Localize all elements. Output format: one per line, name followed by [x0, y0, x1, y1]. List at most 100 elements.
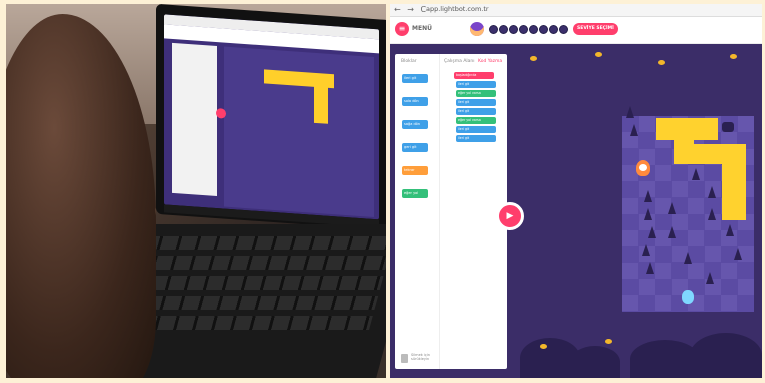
board-cell	[622, 148, 638, 165]
level-step-dot[interactable]	[509, 25, 518, 34]
palette-block[interactable]: ileri git	[402, 74, 428, 83]
workspace-block[interactable]: ileri git	[456, 81, 496, 88]
avatar[interactable]	[470, 22, 484, 36]
palette-block[interactable]: geri git	[402, 143, 428, 152]
level-step-dot[interactable]	[549, 25, 558, 34]
tree-icon	[726, 224, 734, 236]
board-cell	[655, 148, 671, 165]
workspace-block[interactable]: başladığında	[454, 72, 494, 79]
laptop-block-palette	[172, 42, 217, 197]
palette-block[interactable]: eğer yol varsa	[402, 189, 428, 204]
tree-icon	[684, 252, 692, 264]
tab-workspace[interactable]: Çalışma Alanı	[444, 59, 475, 64]
board-cell	[688, 213, 704, 230]
board-cell	[622, 230, 638, 247]
path-top	[656, 118, 718, 140]
board-cell	[622, 279, 638, 295]
game-board	[622, 116, 754, 312]
workspace-block[interactable]: eğer yol varsa	[456, 90, 496, 97]
bush-decoration	[605, 339, 612, 344]
tree-icon	[692, 168, 700, 180]
level-step-dot[interactable]	[499, 25, 508, 34]
path-mid	[694, 144, 722, 164]
board-cell	[671, 164, 688, 181]
path-right	[722, 144, 746, 220]
app-header: ≡ MENÜ SEVİYE SEÇİMİ	[390, 17, 762, 44]
game-screenshot: ← → C app.lightbot.com.tr ≡ MENÜ SEVİYE …	[390, 4, 762, 378]
laptop-path-vertical	[314, 82, 328, 124]
key-row	[140, 236, 386, 250]
bush-decoration	[658, 60, 665, 65]
tree-icon	[706, 272, 714, 284]
board-cell	[671, 262, 688, 279]
board-cell	[622, 246, 638, 263]
browser-nav-icons[interactable]: ← → C	[394, 5, 428, 14]
workspace-block[interactable]: ileri git	[456, 135, 496, 142]
palette-block[interactable]: sağa dön	[402, 120, 428, 129]
board-cell	[655, 246, 671, 263]
palette-block[interactable]: sola dön	[402, 97, 428, 106]
trash-icon[interactable]	[401, 354, 408, 363]
level-step-dot[interactable]	[539, 25, 548, 34]
board-cell	[688, 197, 704, 214]
laptop-game-board	[224, 46, 374, 218]
workspace-block[interactable]: eğer yol varsa	[456, 117, 496, 124]
workspace-block[interactable]: ileri git	[456, 99, 496, 106]
board-cell	[622, 197, 638, 214]
board-cell	[622, 181, 638, 198]
level-step-dot[interactable]	[489, 25, 498, 34]
hill-decoration	[690, 333, 762, 378]
board-cell	[688, 181, 704, 198]
block-palette: Bloklar ileri git sola dön sağa dön geri gi…	[395, 54, 440, 369]
level-step-dot[interactable]	[559, 25, 568, 34]
key-row	[124, 296, 379, 310]
tree-icon	[708, 208, 716, 220]
board-cell	[655, 295, 671, 312]
board-cell	[671, 181, 688, 198]
path-drop	[674, 140, 694, 164]
menu-label[interactable]: MENÜ	[412, 25, 432, 32]
bush-decoration	[540, 344, 547, 349]
board-cell	[704, 230, 721, 247]
tree-icon	[644, 190, 652, 202]
board-cell	[704, 246, 721, 263]
bush-decoration	[530, 56, 537, 61]
level-progress	[489, 24, 568, 34]
tree-icon	[630, 124, 638, 136]
game-workspace: Bloklar ileri git sola dön sağa dön geri gi…	[390, 44, 762, 378]
board-cell	[638, 116, 655, 132]
workspace-block[interactable]: ileri git	[456, 108, 496, 115]
board-cell	[721, 262, 737, 279]
palette-block[interactable]: tekrar	[402, 166, 428, 175]
board-cell	[638, 279, 655, 295]
classroom-photo	[6, 4, 386, 378]
key-row	[135, 256, 386, 270]
laptop-run-button	[216, 107, 226, 119]
level-step-dot[interactable]	[519, 25, 528, 34]
player-character-icon	[636, 160, 650, 176]
menu-icon[interactable]: ≡	[395, 22, 409, 36]
board-cell	[638, 132, 655, 149]
address-bar[interactable]: app.lightbot.com.tr	[426, 5, 489, 13]
level-select-button[interactable]: SEVİYE SEÇİMİ	[573, 23, 618, 35]
board-cell	[737, 230, 754, 247]
tree-icon	[644, 208, 652, 220]
creature-icon	[682, 290, 694, 304]
board-cell	[655, 262, 671, 279]
tab-blocks[interactable]: Bloklar	[401, 59, 417, 64]
play-icon[interactable]: ▶	[496, 202, 524, 230]
browser-toolbar: ← → C app.lightbot.com.tr	[390, 4, 762, 17]
tree-icon	[642, 244, 650, 256]
board-cell	[737, 262, 754, 279]
board-cell	[638, 295, 655, 312]
board-cell	[704, 295, 721, 312]
code-panel: Bloklar ileri git sola dön sağa dön geri gi…	[395, 54, 507, 369]
tab-code[interactable]: Kod Yazma	[478, 59, 502, 64]
level-step-dot[interactable]	[529, 25, 538, 34]
laptop	[156, 4, 386, 231]
bush-decoration	[730, 54, 737, 59]
board-cell	[688, 262, 704, 279]
workspace-block[interactable]: ileri git	[456, 126, 496, 133]
tree-icon	[668, 226, 676, 238]
tree-icon	[626, 106, 634, 118]
